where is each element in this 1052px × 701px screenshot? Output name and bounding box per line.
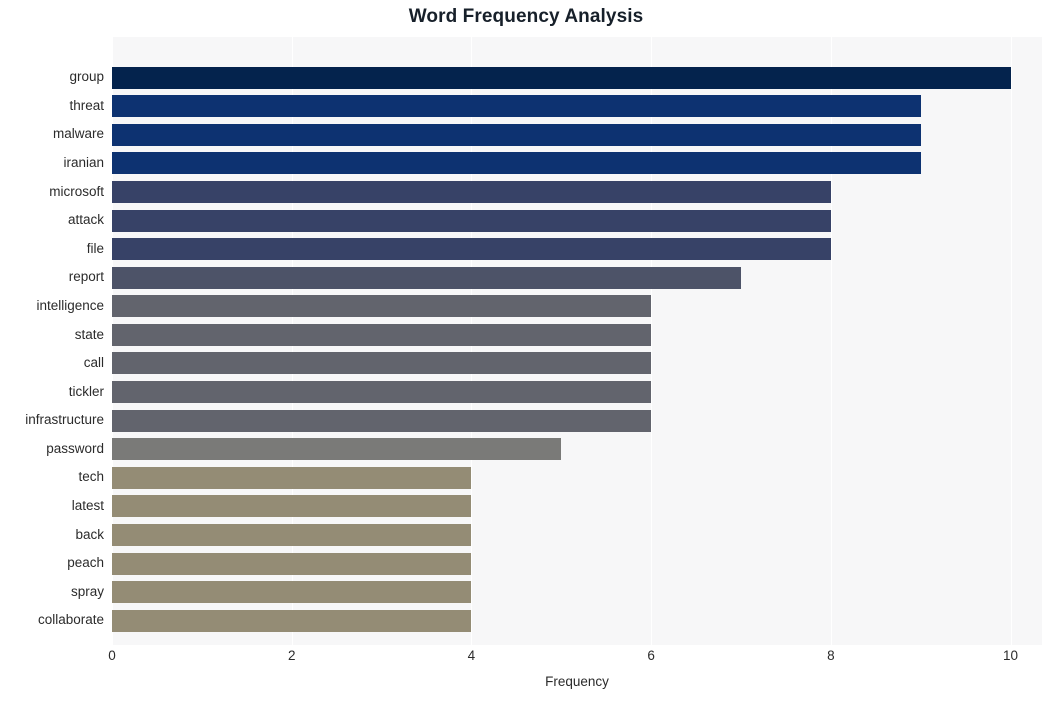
y-tick-label-back: back [75, 526, 104, 542]
bar-intelligence[interactable] [112, 295, 652, 318]
y-tick-label-call: call [83, 355, 104, 371]
bar-row [112, 292, 1042, 321]
bar-row [112, 378, 1042, 407]
x-tick-label-2: 2 [287, 648, 296, 663]
x-axis-tick-labels: 0 2 4 6 8 10 [108, 648, 1042, 670]
y-tick-label-tickler: tickler [68, 383, 104, 399]
y-tick-label-intelligence: intelligence [36, 297, 104, 313]
bar-row [112, 178, 1042, 207]
bar-row [112, 321, 1042, 350]
bar-collaborate[interactable] [112, 609, 472, 632]
y-tick-label-microsoft: microsoft [49, 183, 104, 199]
y-tick-label-infrastructure: infrastructure [25, 412, 104, 428]
y-tick-label-spray: spray [70, 583, 104, 599]
bar-row [112, 521, 1042, 550]
bar-latest[interactable] [112, 495, 472, 518]
bar-microsoft[interactable] [112, 180, 831, 203]
y-tick-label-attack: attack [67, 212, 104, 228]
x-tick-label-4: 4 [467, 648, 476, 663]
bar-row [112, 92, 1042, 121]
y-tick-label-report: report [68, 269, 104, 285]
y-tick-label-iranian: iranian [63, 155, 104, 171]
bar-row [112, 606, 1042, 635]
y-tick-label-password: password [46, 440, 104, 456]
bar-tech[interactable] [112, 466, 472, 489]
bar-row [112, 149, 1042, 178]
bar-iranian[interactable] [112, 152, 921, 175]
bar-row [112, 349, 1042, 378]
bar-row [112, 463, 1042, 492]
bar-row [112, 435, 1042, 464]
x-tick-label-6: 6 [647, 648, 655, 663]
bar-call[interactable] [112, 352, 652, 375]
bar-back[interactable] [112, 523, 472, 546]
y-tick-label-tech: tech [78, 469, 104, 485]
y-tick-label-threat: threat [69, 97, 104, 113]
bar-row [112, 578, 1042, 607]
chart-title: Word Frequency Analysis [408, 6, 644, 27]
bar-file[interactable] [112, 238, 831, 261]
x-tick-label-0: 0 [108, 648, 116, 663]
word-frequency-chart-figure: Word Frequency Analysis group threat malwa… [0, 0, 1052, 701]
bar-state[interactable] [112, 323, 652, 346]
bar-infrastructure[interactable] [112, 409, 652, 432]
bar-row [112, 235, 1042, 264]
y-axis-tick-labels: group threat malware iranian microsoft attack… [0, 37, 104, 645]
bar-spray[interactable] [112, 581, 472, 604]
y-tick-label-peach: peach [67, 555, 104, 571]
x-tick-label-8: 8 [827, 648, 835, 663]
bar-group[interactable] [112, 66, 1011, 89]
bar-malware[interactable] [112, 123, 921, 146]
y-tick-label-state: state [74, 326, 104, 342]
bar-threat[interactable] [112, 95, 921, 118]
bar-row [112, 120, 1042, 149]
bar-password[interactable] [112, 438, 562, 461]
bar-row [112, 406, 1042, 435]
bars-container [112, 37, 1042, 645]
bar-row [112, 549, 1042, 578]
bar-attack[interactable] [112, 209, 831, 232]
bar-row [112, 206, 1042, 235]
y-tick-label-group: group [69, 69, 104, 85]
bar-row [112, 492, 1042, 521]
y-tick-label-malware: malware [52, 126, 104, 142]
x-axis-title: Frequency [545, 674, 609, 689]
plot-area [112, 37, 1042, 645]
bar-row [112, 63, 1042, 92]
bar-report[interactable] [112, 266, 741, 289]
bar-peach[interactable] [112, 552, 472, 575]
bar-tickler[interactable] [112, 381, 652, 403]
bar-row [112, 263, 1042, 292]
y-tick-label-latest: latest [71, 498, 104, 514]
y-tick-label-file: file [86, 240, 104, 256]
y-tick-label-collaborate: collaborate [37, 612, 104, 628]
x-tick-label-10: 10 [1003, 648, 1019, 663]
